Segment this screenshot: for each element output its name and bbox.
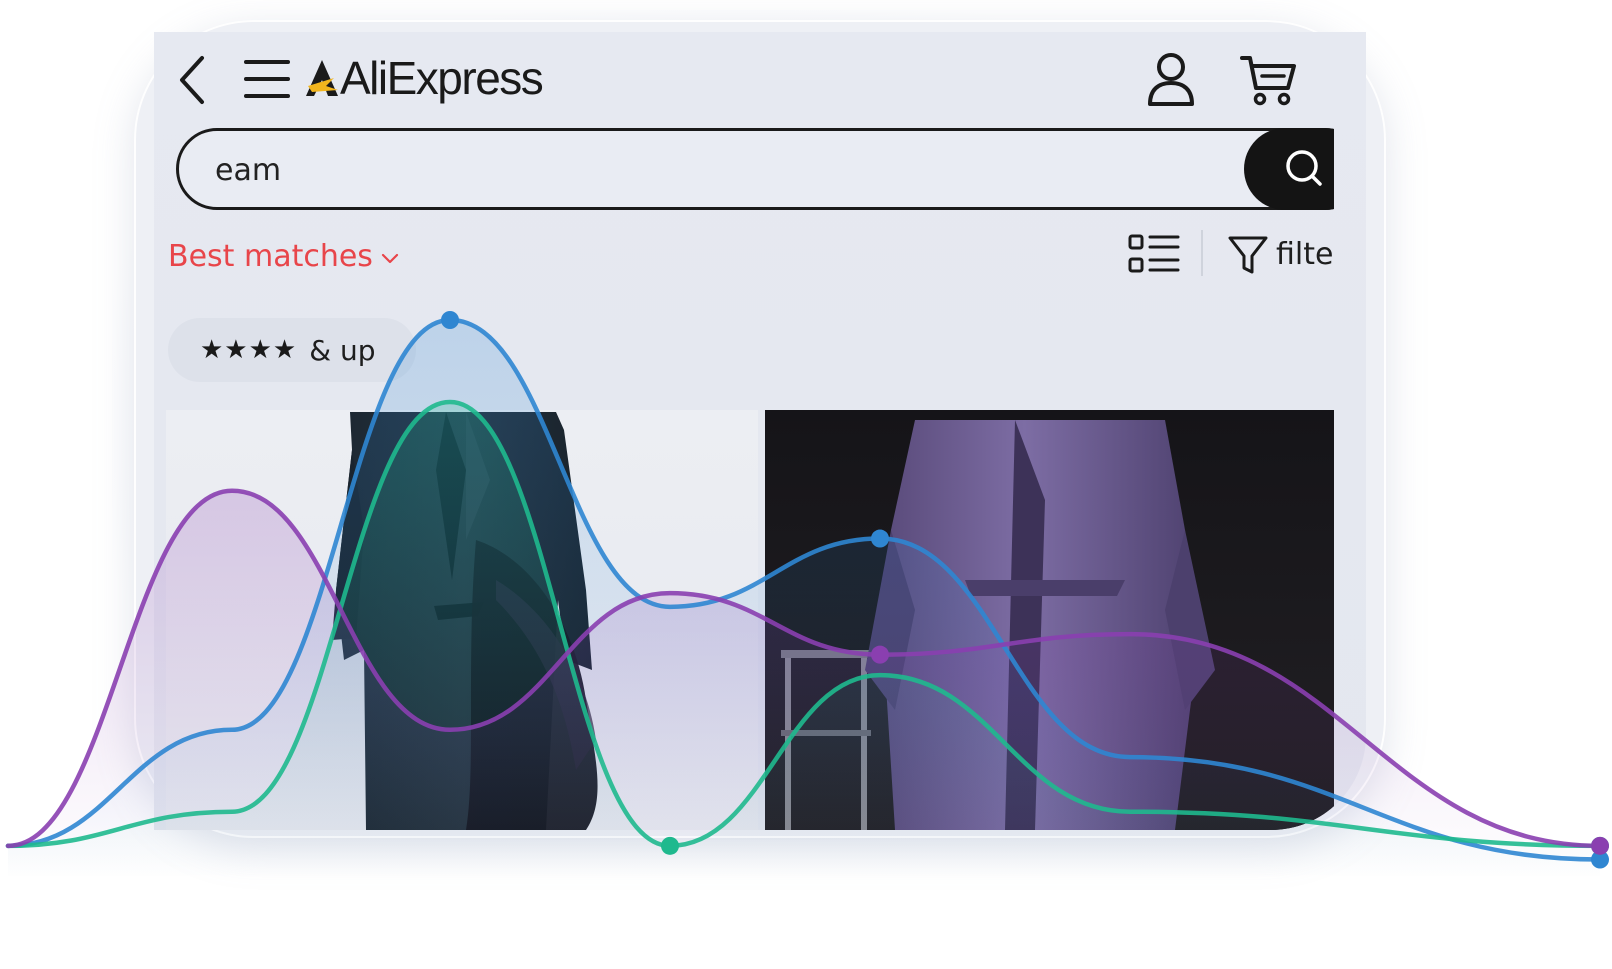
- list-view-icon[interactable]: [1126, 232, 1182, 276]
- data-point: [1591, 836, 1609, 855]
- user-account-icon[interactable]: [1144, 50, 1198, 108]
- rating-filter-chip[interactable]: ★★★★ & up: [168, 318, 416, 382]
- toolbar-divider: [1201, 230, 1203, 276]
- aliexpress-logo[interactable]: AliExpress: [304, 46, 544, 110]
- app-content: AliExpress eam Best matches filte ★★★★ &…: [154, 32, 1334, 830]
- data-point: [1591, 850, 1609, 869]
- search-bar: [176, 128, 1334, 210]
- logo-mark-icon: [306, 60, 338, 96]
- search-button[interactable]: [1244, 128, 1334, 210]
- filter-label: filte: [1276, 236, 1334, 272]
- product-card[interactable]: [765, 410, 1334, 830]
- filter-button[interactable]: filte: [1226, 230, 1333, 278]
- sort-dropdown[interactable]: Best matches: [168, 234, 401, 278]
- funnel-filter-icon: [1228, 236, 1268, 274]
- rating-label: & up: [309, 333, 376, 367]
- data-point: [1591, 836, 1609, 855]
- product-image-dark-coat: [332, 412, 598, 830]
- back-arrow-icon[interactable]: [172, 54, 212, 106]
- chevron-down-icon: [381, 253, 399, 264]
- product-image-purple-coat: [765, 410, 1334, 830]
- app-screen: AliExpress eam Best matches filte ★★★★ &…: [154, 32, 1366, 830]
- search-icon: [1286, 150, 1322, 186]
- sort-label: Best matches: [168, 238, 373, 274]
- search-input[interactable]: [213, 143, 1177, 197]
- hamburger-menu-icon[interactable]: [240, 54, 294, 104]
- stage: AliExpress eam Best matches filte ★★★★ &…: [0, 0, 1612, 969]
- product-card[interactable]: [166, 410, 758, 830]
- shopping-cart-icon[interactable]: [1238, 52, 1298, 108]
- star-rating-icon: ★★★★: [200, 335, 298, 365]
- logo-text: AliExpress: [340, 52, 544, 104]
